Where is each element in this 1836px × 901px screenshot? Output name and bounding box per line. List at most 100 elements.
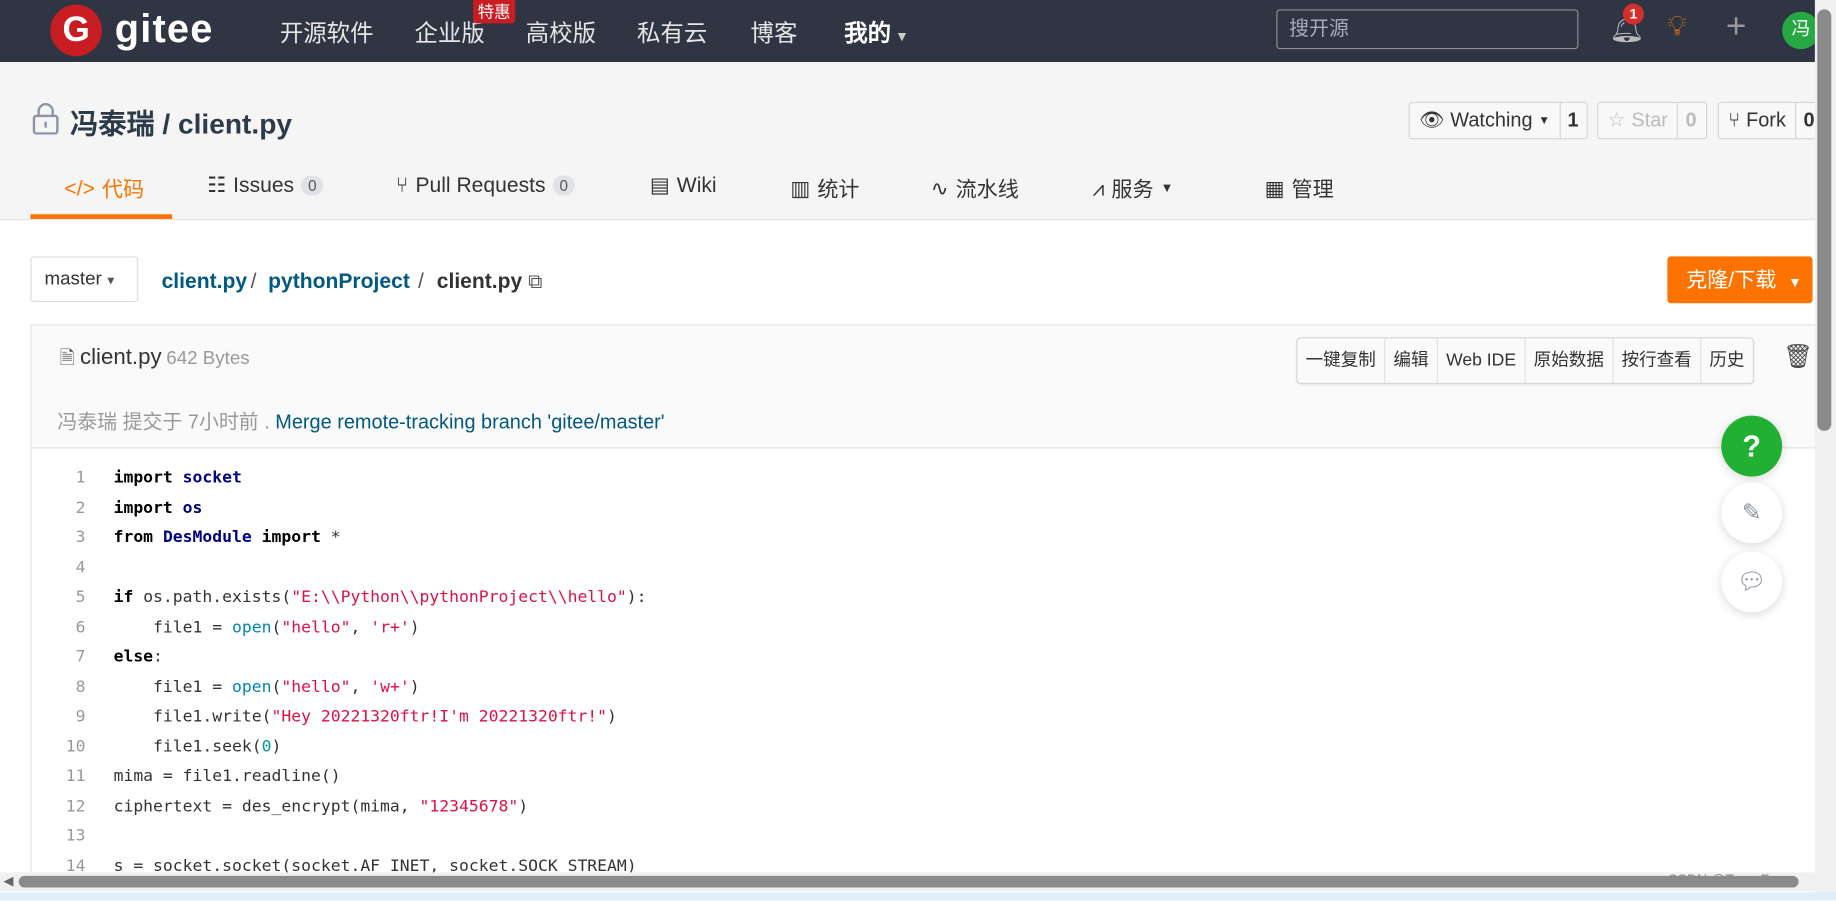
code-token: , xyxy=(350,677,371,697)
hot-badge: 特惠 xyxy=(473,0,516,24)
code-line: 10 file1.seek(0) xyxy=(32,732,647,762)
chat-icon[interactable]: 💬︎ xyxy=(1721,551,1783,613)
star-icon: ☆ xyxy=(1607,108,1626,132)
pipeline-icon: ∿ xyxy=(930,176,949,200)
nav-mine[interactable]: 我的 ▼ xyxy=(844,14,909,48)
search-input[interactable]: 搜开源 xyxy=(1276,9,1579,50)
nav-open-source[interactable]: 开源软件 xyxy=(280,14,374,48)
commit-time: 提交于 7小时前 . xyxy=(122,410,270,434)
code-text: ciphertext = des_encrypt(mima, "12345678… xyxy=(114,792,529,822)
code-token: open xyxy=(232,617,272,637)
scroll-left-arrow-icon[interactable]: ◀ xyxy=(4,874,14,889)
horizontal-scrollbar-thumb[interactable] xyxy=(18,875,1799,888)
tab-wiki[interactable]: ▤ Wiki xyxy=(650,173,717,198)
breadcrumb-file: client.py xyxy=(436,269,523,293)
history-button[interactable]: 历史 xyxy=(1701,338,1753,382)
code-token: import xyxy=(261,528,321,547)
trash-icon[interactable]: 🗑︎ xyxy=(1783,342,1813,371)
lightbulb-icon[interactable]: 💡︎ xyxy=(1667,11,1687,44)
file-icon: 🗎︎ xyxy=(59,348,80,369)
line-number[interactable]: 8 xyxy=(32,673,114,703)
code-text: import os xyxy=(114,494,203,524)
code-line: 12 ciphertext = des_encrypt(mima, "123456… xyxy=(32,792,647,822)
code-token: "12345678" xyxy=(419,796,519,816)
code-token: ) xyxy=(409,617,420,637)
plus-icon[interactable]: + xyxy=(1726,7,1747,47)
code-token: "E:\\Python\\pythonProject\\hello" xyxy=(291,587,627,607)
tab-label: 管理 xyxy=(1291,177,1334,202)
star-count[interactable]: 0 xyxy=(1677,103,1703,139)
nav-education[interactable]: 高校版 xyxy=(526,14,596,48)
tab-count: 0 xyxy=(301,175,324,196)
commit-info: 冯泰瑞 提交于 7小时前 . Merge remote-tracking bra… xyxy=(57,405,664,434)
code-icon: </> xyxy=(64,176,95,200)
code-token: file1.write( xyxy=(113,707,272,726)
line-number[interactable]: 1 xyxy=(32,464,114,494)
clone-download-button[interactable]: 克隆/下载 ▼ xyxy=(1667,256,1813,304)
line-number[interactable]: 13 xyxy=(32,822,114,852)
code-token: DesModule xyxy=(162,528,252,547)
web-ide-button[interactable]: Web IDE xyxy=(1438,338,1526,383)
tab-code[interactable]: </> 代码 xyxy=(64,173,144,203)
line-number[interactable]: 3 xyxy=(32,523,114,553)
line-number[interactable]: 10 xyxy=(32,732,114,762)
browser-viewport: G gitee 开源软件 企业版 特惠 高校版 私有云 博客 我的 ▼ 搜开源 … xyxy=(0,0,1836,901)
line-number[interactable]: 2 xyxy=(32,494,114,524)
code-token: mima = file1.readline() xyxy=(113,766,341,786)
code-line: 7 else: xyxy=(32,643,647,673)
caret-down-icon: ▼ xyxy=(891,28,909,45)
star-button[interactable]: ☆ Star 0 xyxy=(1597,101,1708,140)
tab-issues[interactable]: ☷ Issues 0 xyxy=(207,173,324,198)
watch-button[interactable]: 👁︎ Watching ▼ 1 xyxy=(1408,101,1588,140)
branch-select[interactable]: master ▼ xyxy=(30,256,139,303)
line-number[interactable]: 11 xyxy=(32,762,114,792)
commit-author[interactable]: 冯泰瑞 xyxy=(57,411,117,433)
breadcrumb-folder[interactable]: pythonProject xyxy=(268,269,410,294)
line-number[interactable]: 12 xyxy=(32,792,114,822)
code-line: 5 if os.path.exists("E:\\Python\\pythonPr… xyxy=(32,583,647,613)
copy-icon[interactable]: ⧉ xyxy=(528,270,542,293)
edit-button[interactable]: 编辑 xyxy=(1385,338,1438,383)
line-number[interactable]: 6 xyxy=(32,613,114,643)
line-number[interactable]: 5 xyxy=(32,583,114,613)
commit-message[interactable]: Merge remote-tracking branch 'gitee/mast… xyxy=(275,411,664,433)
tab-stats[interactable]: ▥ 统计 xyxy=(790,173,859,203)
blame-button[interactable]: 按行查看 xyxy=(1613,338,1702,383)
nav-private-cloud[interactable]: 私有云 xyxy=(637,14,707,48)
line-number[interactable]: 4 xyxy=(32,553,114,583)
tab-manage[interactable]: ▦ 管理 xyxy=(1265,173,1334,203)
help-button[interactable]: ? xyxy=(1721,415,1783,477)
code-token: , xyxy=(350,617,371,637)
code-token: ) xyxy=(607,707,617,726)
code-text: mima = file1.readline() xyxy=(114,762,341,792)
raw-button[interactable]: 原始数据 xyxy=(1525,338,1614,383)
code-token: 'r+' xyxy=(370,617,410,637)
line-number[interactable]: 7 xyxy=(32,643,114,673)
breadcrumb-repo[interactable]: client.py xyxy=(162,269,248,294)
tab-pull-requests[interactable]: ⑂ Pull Requests 0 xyxy=(395,173,576,198)
gitee-logo-text[interactable]: gitee xyxy=(115,7,214,53)
caret-down-icon: ▼ xyxy=(1788,273,1802,291)
code-line: 4 xyxy=(32,553,647,583)
tab-label: 代码 xyxy=(101,177,145,202)
nav-mine-label: 我的 xyxy=(844,21,892,47)
code-text: file1 = open("hello", 'w+') xyxy=(114,673,420,703)
tab-label: 服务 xyxy=(1111,177,1154,202)
watch-count[interactable]: 1 xyxy=(1559,103,1585,139)
wiki-icon: ▤ xyxy=(649,173,670,197)
active-tab-indicator xyxy=(30,214,173,219)
line-number[interactable]: 9 xyxy=(32,703,114,733)
tab-services[interactable]: ⩘ 服务 ▼ xyxy=(1092,173,1173,203)
file-header: 🗎︎ client.py 642 Bytes 一键复制 编辑 Web IDE 原始… xyxy=(31,325,1817,449)
code-token: os xyxy=(182,498,203,517)
vertical-scrollbar-thumb[interactable] xyxy=(1817,9,1832,431)
taskbar-strip xyxy=(0,892,1836,901)
repo-title[interactable]: 冯泰瑞 / client.py xyxy=(70,101,292,142)
gitee-logo-icon[interactable]: G xyxy=(50,4,102,57)
nav-blog[interactable]: 博客 xyxy=(751,14,798,48)
copy-all-button[interactable]: 一键复制 xyxy=(1297,338,1386,383)
pull-request-icon: ⑂ xyxy=(395,173,409,197)
tab-count: 0 xyxy=(552,175,576,196)
tab-pipeline[interactable]: ∿ 流水线 xyxy=(931,173,1019,203)
feedback-edit-icon[interactable]: ✎ xyxy=(1721,482,1783,544)
